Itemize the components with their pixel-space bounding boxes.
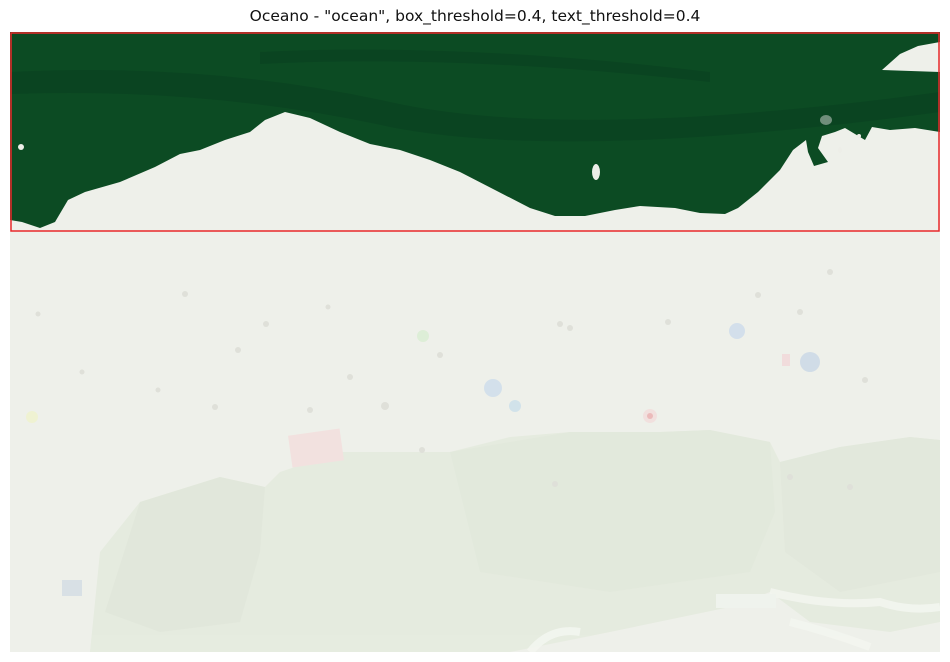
mask-hole <box>838 147 842 153</box>
figure-title: Oceano - "ocean", box_threshold=0.4, tex… <box>249 7 701 25</box>
mask-hole <box>857 134 861 138</box>
mask-hole <box>592 164 600 180</box>
figure: Oceano - "ocean", box_threshold=0.4, tex… <box>0 0 950 662</box>
segmentation-image <box>10 32 940 652</box>
mask-hole <box>18 144 24 150</box>
image-canvas <box>10 32 940 652</box>
